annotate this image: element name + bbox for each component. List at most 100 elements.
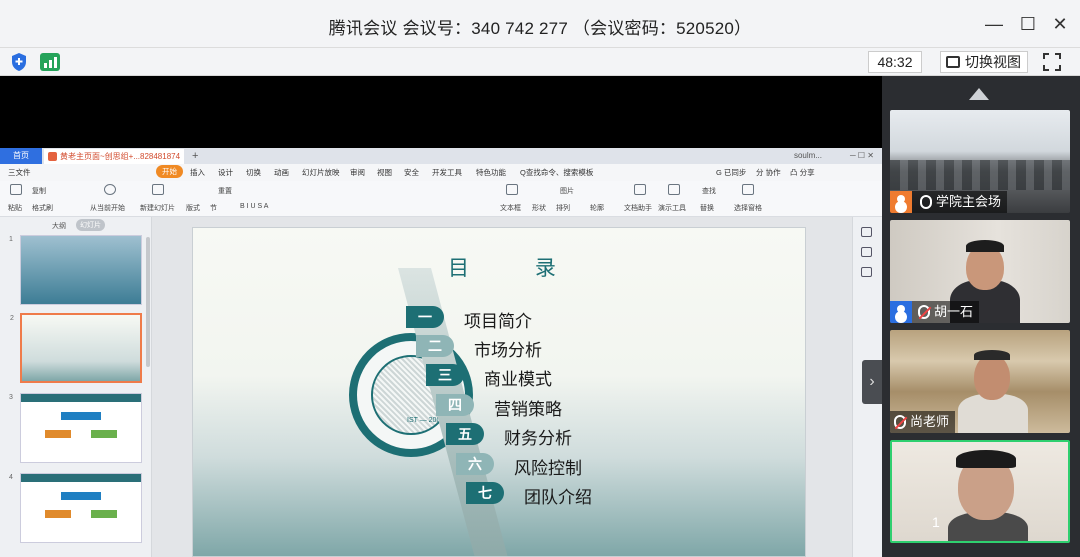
toc-text: 项目简介 (464, 312, 532, 331)
tab-home[interactable]: 首页 (0, 148, 42, 164)
menu-start[interactable]: 开始 (156, 165, 183, 178)
participant-name: 学院主会场 (936, 194, 1002, 209)
menu-devtools[interactable]: 开发工具 (432, 167, 462, 178)
app-window-controls[interactable]: ─ ☐ ✕ (850, 148, 874, 164)
menu-collaborate[interactable]: 分 协作 (756, 167, 781, 178)
ribbon-arrange[interactable]: 排列 (556, 203, 570, 213)
microphone-icon (920, 195, 932, 209)
security-shield-icon[interactable] (10, 52, 28, 72)
meeting-toolbar: 48:32 切换视图 (0, 48, 1080, 76)
toc-text: 商业模式 (484, 370, 552, 389)
thumbs-scrollbar[interactable] (146, 237, 150, 367)
new-slide-icon[interactable] (152, 184, 164, 195)
app-ribbon: 粘贴 复制 格式刷 从当前开始 新建幻灯片 版式 节 重置 B I U S A … (0, 181, 882, 217)
selection-pane-icon[interactable] (742, 184, 754, 195)
ribbon-section[interactable]: 节 (210, 203, 217, 213)
menu-design[interactable]: 设计 (218, 167, 233, 178)
user-icon (890, 301, 912, 323)
ribbon-format-painter[interactable]: 格式刷 (32, 203, 53, 213)
maximize-button[interactable]: ☐ (1014, 10, 1042, 38)
video-tile[interactable]: 胡一石 (890, 220, 1070, 323)
ribbon-from-current[interactable]: 从当前开始 (90, 203, 125, 213)
switch-view-button[interactable]: 切换视图 (940, 51, 1028, 73)
close-button[interactable]: ✕ (1046, 10, 1074, 38)
ribbon-paste[interactable]: 粘贴 (8, 203, 22, 213)
properties-icon[interactable] (861, 227, 872, 237)
menu-file[interactable]: 三文件 (8, 167, 31, 178)
play-icon[interactable] (104, 184, 116, 195)
toc-text: 团队介绍 (524, 488, 592, 507)
slide-thumb-selected[interactable]: 2 (10, 313, 142, 383)
menu-transition[interactable]: 切换 (246, 167, 261, 178)
app-account[interactable]: soulm... (794, 148, 822, 164)
menu-search[interactable]: Q查找命令、搜索模板 (520, 167, 593, 178)
participant-name: 1 (932, 514, 940, 530)
thumb-number: 1 (9, 236, 13, 243)
scroll-up-icon[interactable] (969, 88, 989, 100)
animation-icon[interactable] (861, 267, 872, 277)
ribbon-shape[interactable]: 形状 (532, 203, 546, 213)
layout-icon (946, 56, 960, 68)
present-tools-icon[interactable] (668, 184, 680, 195)
ribbon-present-tools[interactable]: 演示工具 (658, 203, 686, 213)
ribbon-copy[interactable]: 复制 (32, 186, 46, 196)
menu-share[interactable]: 凸 分享 (790, 167, 815, 178)
toc-text: 市场分析 (474, 341, 542, 360)
ribbon-new-slide[interactable]: 新建幻灯片 (140, 203, 175, 213)
menu-animation[interactable]: 动画 (274, 167, 289, 178)
ribbon-picture[interactable]: 图片 (560, 186, 574, 196)
toc-text: 财务分析 (504, 429, 572, 448)
ribbon-replace[interactable]: 替换 (700, 203, 714, 213)
slide-thumb[interactable]: 3 (9, 393, 142, 463)
menu-features[interactable]: 特色功能 (476, 167, 506, 178)
toc-number: 二 (416, 335, 454, 357)
thumb-number: 2 (10, 315, 14, 322)
menu-security[interactable]: 安全 (404, 167, 419, 178)
thumb-number: 3 (9, 394, 13, 401)
menu-view[interactable]: 视图 (377, 167, 392, 178)
minimize-button[interactable]: — (980, 10, 1008, 38)
style-icon[interactable] (861, 247, 872, 257)
ribbon-outline[interactable]: 轮廓 (590, 203, 604, 213)
slides-tab[interactable]: 幻灯片 (76, 219, 105, 231)
participant-name: 胡一石 (934, 304, 974, 319)
app-tab-bar: 首页 黄老主页面~创思组+...828481874 + soulm... ─ ☐… (0, 148, 882, 164)
video-tile[interactable]: 尚老师 (890, 330, 1070, 433)
slide-thumb[interactable]: 4 (9, 473, 142, 543)
menu-review[interactable]: 审阅 (350, 167, 365, 178)
ribbon-textbox[interactable]: 文本框 (500, 203, 521, 213)
slide-thumb[interactable]: 1 (9, 235, 142, 305)
ribbon-find[interactable]: 查找 (702, 186, 716, 196)
ribbon-layout[interactable]: 版式 (186, 203, 200, 213)
current-slide: 目 录 IST — 2001 一 项目简介 二 市场分析 三 商业模式 四 营销… (192, 227, 806, 557)
slide-title: 目 录 (448, 257, 586, 280)
menu-insert[interactable]: 插入 (190, 167, 205, 178)
mic-muted-icon (918, 305, 930, 319)
menu-synced[interactable]: G 已同步 (716, 167, 746, 178)
app-menu-bar: 三文件 开始 插入 设计 切换 动画 幻灯片放映 审阅 视图 安全 开发工具 特… (0, 164, 882, 181)
new-tab-button[interactable]: + (192, 148, 198, 164)
network-signal-icon[interactable] (40, 53, 60, 71)
fullscreen-icon[interactable] (1042, 52, 1062, 72)
ribbon-selection-pane[interactable]: 选择窗格 (734, 203, 762, 213)
ribbon-reset[interactable]: 重置 (218, 186, 232, 196)
shared-screen: 首页 黄老主页面~创思组+...828481874 + soulm... ─ ☐… (0, 76, 882, 557)
toc-number: 三 (426, 364, 464, 386)
thumb-number: 4 (9, 474, 13, 481)
outline-tab[interactable]: 大纲 (52, 221, 66, 231)
participant-label: 学院主会场 (890, 191, 1008, 213)
ribbon-doc-helper[interactable]: 文档助手 (624, 203, 652, 213)
menu-slideshow[interactable]: 幻灯片放映 (302, 167, 340, 178)
toc-number: 一 (406, 306, 444, 328)
textbox-icon[interactable] (506, 184, 518, 195)
ribbon-font-styles[interactable]: B I U S A (240, 203, 268, 210)
video-tile-speaking[interactable]: 1 (890, 440, 1070, 543)
doc-helper-icon[interactable] (634, 184, 646, 195)
toc-number: 六 (456, 453, 494, 475)
toc-number: 五 (446, 423, 484, 445)
video-tile-host[interactable]: 学院主会场 (890, 110, 1070, 213)
paste-icon[interactable] (10, 184, 22, 195)
collapse-panel-button[interactable]: › (862, 360, 882, 404)
participant-label: 胡一石 (890, 301, 980, 323)
tab-document[interactable]: 黄老主页面~创思组+...828481874 (44, 149, 184, 164)
